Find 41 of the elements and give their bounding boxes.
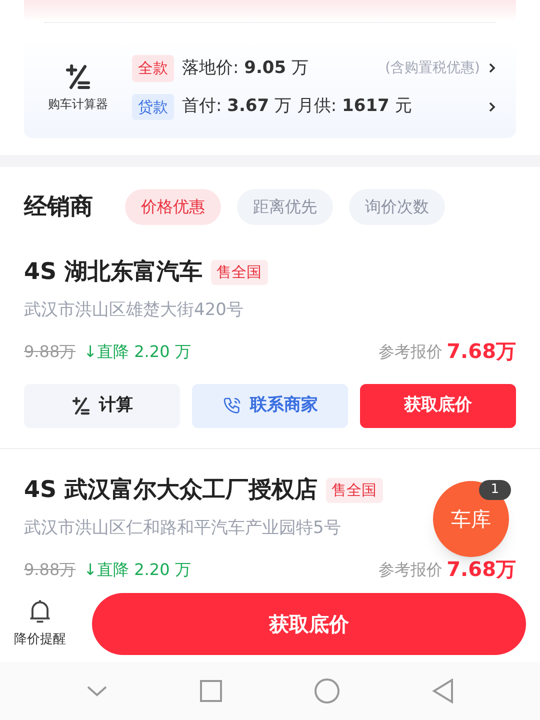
chevron-right-icon bbox=[488, 63, 496, 74]
dealer-address: 武汉市洪山区仁和路和平汽车产业园特5号 bbox=[24, 516, 341, 540]
chevron-down-icon[interactable] bbox=[86, 684, 108, 698]
original-price: 9.88万 bbox=[24, 341, 76, 363]
circle-icon[interactable] bbox=[314, 678, 340, 704]
count-badge: 1 bbox=[478, 480, 511, 500]
get-lowest-price-button[interactable]: 获取底价 bbox=[360, 384, 516, 428]
contact-dealer-button[interactable]: 联系商家 bbox=[192, 384, 348, 428]
calculator-row[interactable]: 全款 落地价: 9.05 万 (含购置税优惠) bbox=[132, 55, 496, 82]
payment-summary: 落地价: 9.05 万 bbox=[182, 56, 308, 80]
get-lowest-price-button[interactable]: 获取底价 bbox=[92, 593, 526, 655]
dealer-address: 武汉市洪山区雄楚大街420号 bbox=[24, 298, 244, 322]
section-title: 经销商 bbox=[24, 192, 93, 222]
calculator-label: 购车计算器 bbox=[48, 96, 108, 112]
dealer-name: 4S 湖北东富汽车 bbox=[24, 258, 203, 287]
sort-tab[interactable]: 价格优惠 bbox=[125, 189, 221, 225]
chevron-right-icon bbox=[488, 102, 496, 112]
sort-tab[interactable]: 询价次数 bbox=[349, 189, 445, 225]
payment-summary: 首付: 3.67 万 月供: 1617 元 bbox=[182, 95, 412, 118]
sort-tab[interactable]: 距离优先 bbox=[237, 189, 333, 225]
nationwide-tag: 售全国 bbox=[326, 478, 383, 502]
reference-price: 7.68万 bbox=[446, 339, 516, 364]
calculate-button[interactable]: 计算 bbox=[24, 384, 180, 428]
price-drop: ↓直降 2.20 万 bbox=[84, 559, 191, 581]
price-alert-label: 降价提醒 bbox=[14, 631, 66, 650]
calculator-icon bbox=[64, 62, 92, 90]
back-triangle-icon[interactable] bbox=[432, 678, 454, 704]
reference-price: 7.68万 bbox=[446, 557, 516, 582]
calculator-icon bbox=[71, 396, 91, 416]
phone-icon bbox=[222, 396, 242, 416]
tax-note: (含购置税优惠) bbox=[385, 58, 480, 78]
payment-tag: 全款 bbox=[132, 55, 174, 82]
calculator-row[interactable]: 贷款 首付: 3.67 万 月供: 1617 元 bbox=[132, 94, 496, 120]
payment-tag: 贷款 bbox=[132, 94, 174, 120]
nationwide-tag: 售全国 bbox=[210, 260, 268, 284]
dealer-name: 4S 武汉富尔大众工厂授权店 bbox=[24, 476, 318, 505]
square-icon[interactable] bbox=[200, 680, 222, 702]
price-drop: ↓直降 2.20 万 bbox=[84, 341, 191, 363]
original-price: 9.88万 bbox=[24, 559, 76, 581]
reference-price-label: 参考报价 bbox=[378, 341, 443, 363]
reference-price-label: 参考报价 bbox=[378, 559, 443, 581]
